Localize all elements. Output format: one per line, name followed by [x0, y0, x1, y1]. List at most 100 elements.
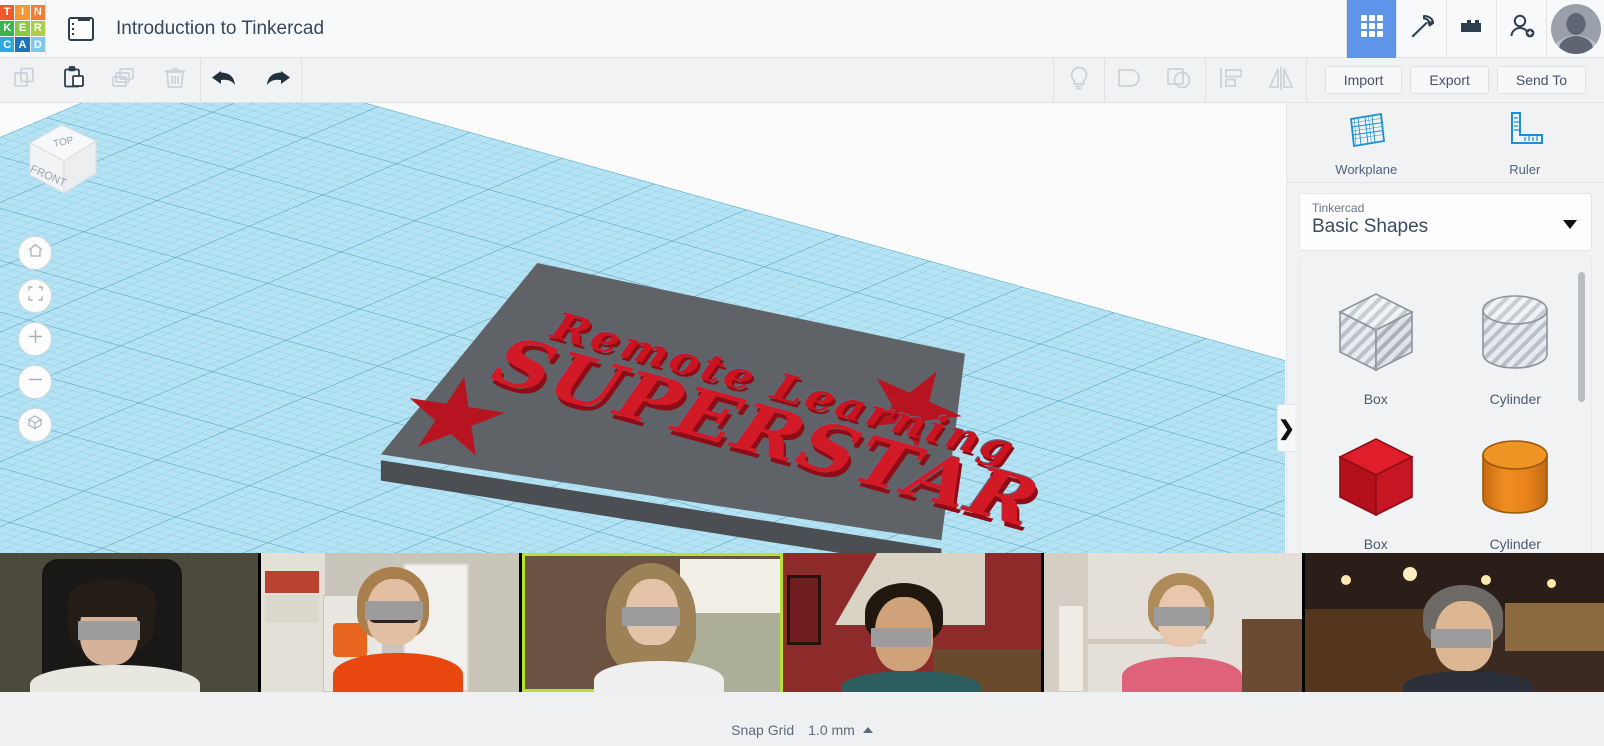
snap-grid-value-dropdown[interactable]: 1.0 mm	[808, 722, 873, 738]
header-actions	[1346, 0, 1604, 58]
workplane-icon	[1344, 112, 1388, 155]
copy-button[interactable]	[0, 58, 50, 103]
gallery-grid-icon	[1359, 13, 1385, 44]
redo-icon	[259, 65, 293, 96]
notes-button[interactable]	[1054, 58, 1104, 103]
participant-tile-4[interactable]	[783, 553, 1045, 692]
plus-icon	[27, 328, 44, 350]
align-icon	[1217, 65, 1245, 96]
undo-icon	[209, 65, 243, 96]
participant-tile-2[interactable]	[261, 553, 523, 692]
view-cube[interactable]: TOP FRONT	[18, 119, 104, 199]
shape-item-cylinder-hole[interactable]: Cylinder	[1446, 274, 1586, 419]
tile6-redaction-bar	[1431, 629, 1492, 648]
participant-tile-3[interactable]	[522, 553, 784, 692]
add-person-icon	[1507, 12, 1537, 45]
delete-icon	[162, 65, 188, 96]
workplane-tool-label: Workplane	[1335, 161, 1398, 177]
tile3-redaction-bar	[622, 607, 681, 626]
brick-mode-button[interactable]	[1446, 0, 1496, 58]
status-bar: Snap Grid 1.0 mm	[0, 692, 1604, 746]
zoom-in-button[interactable]	[18, 322, 52, 356]
invite-people-button[interactable]	[1496, 0, 1546, 58]
shape-item-box-hole[interactable]: Box	[1306, 274, 1446, 419]
ungroup-icon	[1165, 65, 1195, 96]
design-list-icon[interactable]	[68, 16, 94, 41]
logo-tile-i: I	[15, 4, 30, 20]
video-conference-strip	[0, 553, 1604, 692]
duplicate-button[interactable]	[100, 58, 150, 103]
3d-viewport[interactable]: Remote Learning SUPERSTAR TOP FRONT	[0, 103, 1285, 555]
ruler-icon	[1504, 111, 1546, 155]
group-icon	[1115, 65, 1145, 96]
chevron-down-icon	[1563, 220, 1577, 229]
tinkercad-logo[interactable]: T I N K E R C A D	[0, 4, 45, 53]
paste-button[interactable]	[50, 58, 100, 103]
participant-tile-5[interactable]	[1044, 553, 1306, 692]
app-header: T I N K E R C A D Introduction to Tinker…	[0, 0, 1604, 58]
tile2-books	[265, 571, 320, 593]
shape-item-cylinder-orange[interactable]: Cylinder	[1446, 419, 1586, 564]
tile5-shirt	[1122, 657, 1243, 692]
snap-grid-label: Snap Grid	[731, 722, 795, 738]
tile3-shirt	[594, 661, 725, 692]
align-button[interactable]	[1206, 58, 1256, 103]
undo-button[interactable]	[201, 58, 251, 103]
mirror-button[interactable]	[1256, 58, 1306, 103]
snap-grid-value: 1.0 mm	[808, 722, 855, 738]
workplane-tool[interactable]: Workplane	[1306, 109, 1426, 177]
shape-label: Cylinder	[1489, 391, 1541, 407]
panel-tools: Workplane Ruler	[1287, 103, 1604, 183]
ruler-tool-label: Ruler	[1509, 161, 1541, 177]
ruler-tool[interactable]: Ruler	[1465, 109, 1585, 177]
ungroup-button[interactable]	[1155, 58, 1205, 103]
user-avatar-button[interactable]	[1546, 0, 1604, 58]
library-collection-label: Basic Shapes	[1312, 216, 1429, 237]
collapse-panel-button[interactable]: ❯	[1277, 404, 1295, 452]
codeblocks-button[interactable]	[1396, 0, 1446, 58]
tile4-redaction-bar	[871, 628, 932, 647]
import-button[interactable]: Import	[1324, 66, 1403, 94]
header-divider-1	[45, 0, 46, 58]
gallery-grid-button[interactable]	[1346, 0, 1396, 58]
tile2-redaction-bar	[365, 601, 424, 620]
logo-tile-d: D	[30, 37, 45, 53]
toolbar-divider-6	[1305, 57, 1307, 103]
edit-toolbar: Import Export Send To	[0, 57, 1604, 103]
logo-tile-c: C	[0, 37, 15, 53]
group-button[interactable]	[1105, 58, 1155, 103]
paste-icon	[62, 65, 88, 96]
logo-tile-t: T	[0, 4, 15, 20]
redo-button[interactable]	[251, 58, 301, 103]
tinkercad-app: T I N K E R C A D Introduction to Tinker…	[0, 0, 1604, 746]
logo-tile-n: N	[30, 4, 45, 20]
shape-label: Cylinder	[1489, 536, 1541, 552]
tile1-redaction-bar	[78, 621, 140, 640]
perspective-cube-icon	[26, 414, 44, 437]
logo-tile-e: E	[15, 20, 30, 37]
page-title: Introduction to Tinkercad	[116, 17, 325, 39]
participant-tile-6[interactable]	[1305, 553, 1604, 692]
export-button[interactable]: Export	[1410, 66, 1489, 94]
tile5-redaction-bar	[1154, 607, 1211, 626]
logo-tile-r: R	[30, 20, 45, 37]
tile2-shirt	[333, 653, 464, 692]
shape-label: Box	[1363, 391, 1388, 407]
home-view-button[interactable]	[18, 236, 52, 270]
tile2-shelf	[265, 595, 320, 623]
toolbar-divider-2	[301, 57, 302, 103]
logo-tile-k: K	[0, 20, 15, 37]
participant-tile-1[interactable]	[0, 553, 262, 692]
shape-panel-scrollbar[interactable]	[1578, 272, 1585, 402]
snap-grid-control[interactable]: Snap Grid 1.0 mm	[731, 722, 873, 738]
pickaxe-icon	[1408, 12, 1436, 45]
shape-label: Box	[1363, 536, 1388, 552]
shape-item-box-red[interactable]: Box	[1306, 419, 1446, 564]
ortho-perspective-toggle[interactable]	[18, 408, 52, 442]
send-to-button[interactable]: Send To	[1496, 66, 1586, 94]
delete-button[interactable]	[150, 58, 200, 103]
plaque-model[interactable]: Remote Learning SUPERSTAR	[375, 263, 1050, 555]
zoom-out-button[interactable]	[18, 365, 52, 399]
fit-view-button[interactable]	[18, 279, 52, 313]
shape-library-dropdown[interactable]: Tinkercad Basic Shapes	[1299, 193, 1592, 251]
